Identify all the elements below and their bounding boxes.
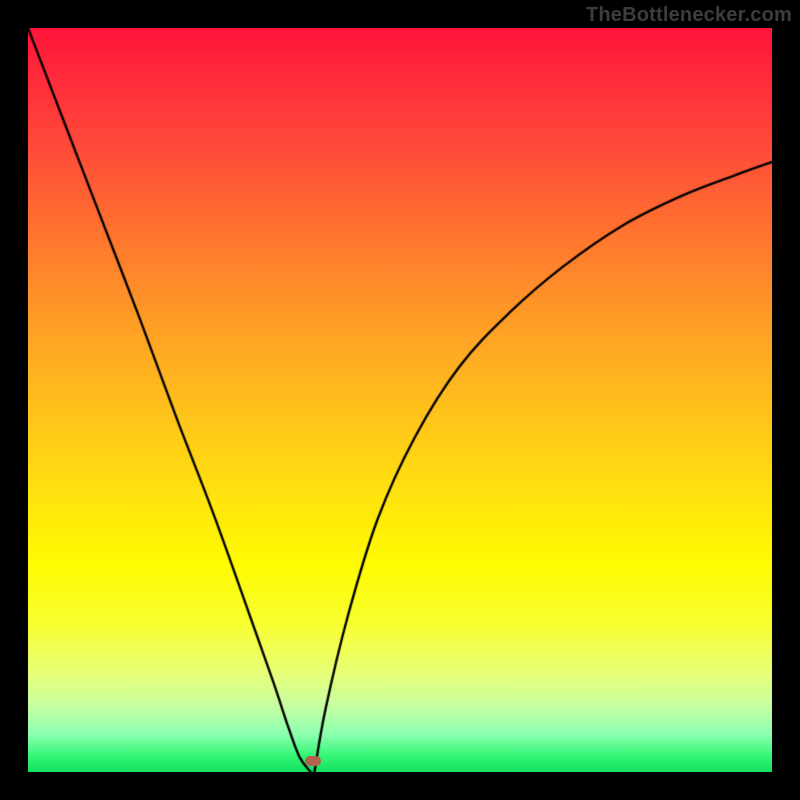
attribution-text: TheBottlenecker.com	[586, 4, 792, 27]
bottleneck-curve	[28, 28, 772, 772]
plot-area	[28, 28, 772, 772]
image-frame: TheBottlenecker.com	[0, 0, 800, 800]
optimum-marker	[305, 756, 321, 766]
